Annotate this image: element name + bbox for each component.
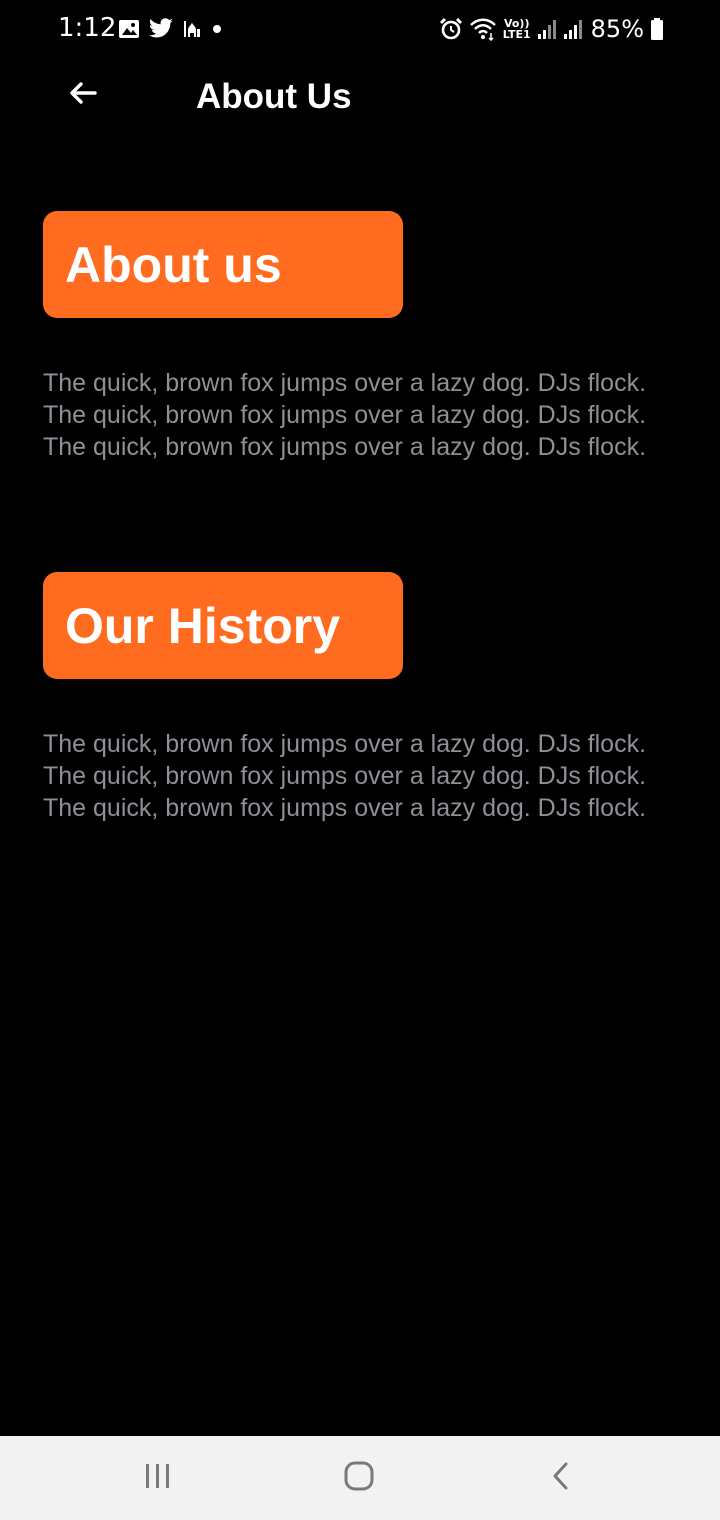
alarm-icon [439,17,463,41]
about-us-screen: 1:12 Vo)) LTE1 85% About Us About us The… [0,0,720,1520]
battery-icon [650,17,664,41]
status-time: 1:12 [58,13,117,43]
dot-icon [210,22,224,36]
recents-button[interactable] [136,1456,180,1500]
system-status-icons: Vo)) LTE1 85% [439,12,664,46]
nav-back-button[interactable] [539,1456,583,1500]
about-us-body-text: The quick, brown fox jumps over a lazy d… [43,369,647,461]
app-bar: About Us [0,58,720,138]
section-heading: About us [65,236,282,293]
home-icon [343,1460,375,1497]
notification-icons [118,14,224,44]
arrow-left-icon [69,81,97,110]
signal-icon [563,18,583,40]
recents-icon [143,1462,173,1495]
home-button[interactable] [337,1456,381,1500]
our-history-body-text: The quick, brown fox jumps over a lazy d… [43,730,647,822]
battery-percentage: 85% [590,15,644,43]
our-history-heading-badge: Our History [43,572,403,679]
twitter-icon [148,18,174,40]
system-navigation-bar [0,1436,720,1520]
back-icon [550,1461,572,1496]
wifi-icon [469,17,497,41]
volte-lte-icon: Vo)) LTE1 [502,17,531,41]
about-us-heading-badge: About us [43,211,403,318]
page-title: About Us [196,77,352,116]
gallery-icon [118,19,140,39]
mosque-icon [182,19,202,39]
signal-icon [537,18,557,40]
section-heading: Our History [65,597,341,654]
back-button[interactable] [58,70,108,120]
status-bar: 1:12 Vo)) LTE1 85% [0,0,720,58]
